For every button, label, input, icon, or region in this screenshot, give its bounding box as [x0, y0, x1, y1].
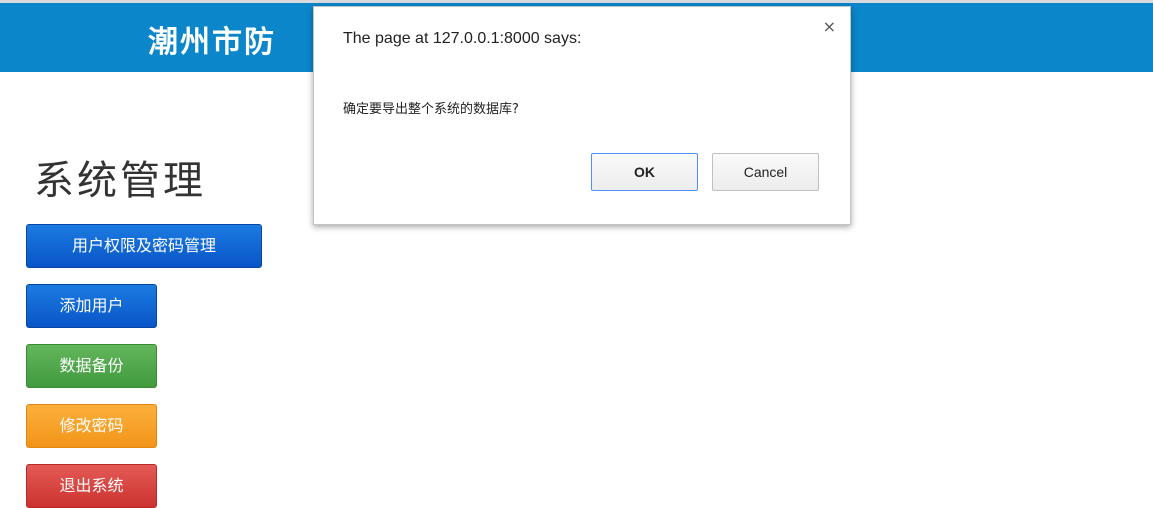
data-backup-button[interactable]: 数据备份 [26, 344, 157, 388]
user-permission-password-button[interactable]: 用户权限及密码管理 [26, 224, 262, 268]
confirm-dialog: The page at 127.0.0.1:8000 says: × 确定要导出… [313, 6, 851, 225]
header-title: 潮州市防 [148, 25, 276, 60]
exit-system-button[interactable]: 退出系统 [26, 464, 157, 508]
page-title: 系统管理 [34, 158, 206, 204]
dialog-message: 确定要导出整个系统的数据库? [343, 102, 519, 117]
close-icon[interactable]: × [823, 19, 836, 35]
dialog-title: The page at 127.0.0.1:8000 says: [343, 30, 582, 47]
ok-button[interactable]: OK [591, 153, 698, 191]
change-password-button[interactable]: 修改密码 [26, 404, 157, 448]
add-user-button[interactable]: 添加用户 [26, 284, 157, 328]
page: 潮州市防 系统管理 用户权限及密码管理 添加用户 数据备份 修改密码 退出系统 … [0, 0, 1153, 508]
cancel-button[interactable]: Cancel [712, 153, 819, 191]
